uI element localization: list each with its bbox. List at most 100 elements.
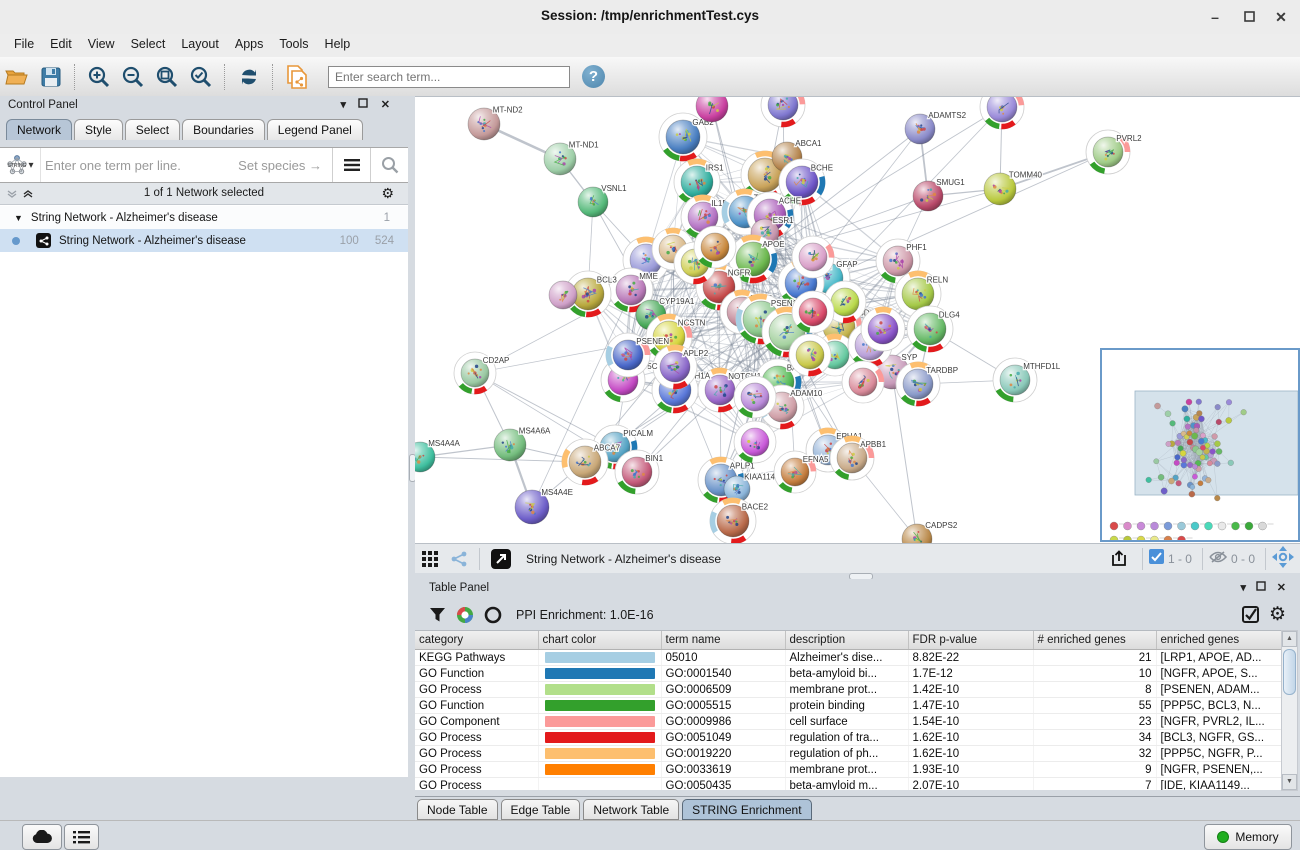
zoom-selected-icon[interactable] [186, 62, 216, 92]
tab-select[interactable]: Select [125, 119, 180, 140]
network-node[interactable] [792, 291, 834, 333]
cell[interactable]: 1.47E-10 [908, 698, 1033, 714]
scrollbar-thumb[interactable] [1283, 649, 1296, 695]
open-in-browser-icon[interactable] [488, 544, 514, 574]
menu-item-layout[interactable]: Layout [173, 35, 227, 53]
tab-style[interactable]: Style [74, 119, 123, 140]
cell[interactable]: 1.93E-10 [908, 762, 1033, 778]
chart-color-cell[interactable] [538, 682, 661, 698]
enrichment-row[interactable]: GO ProcessGO:0051049regulation of tra...… [415, 730, 1283, 746]
cell[interactable]: 21 [1033, 650, 1156, 666]
network-node[interactable] [861, 307, 905, 351]
cell[interactable]: 1.7E-12 [908, 666, 1033, 682]
network-node[interactable] [549, 281, 577, 309]
tab-network-table[interactable]: Network Table [583, 799, 679, 820]
menu-item-view[interactable]: View [80, 35, 123, 53]
column-header-FDR-p-value[interactable]: FDR p-value [908, 631, 1033, 650]
cell[interactable]: [PPP5C, BCL3, N... [1156, 698, 1283, 714]
network-node[interactable] [980, 97, 1024, 129]
cell[interactable]: GO Process [415, 778, 538, 791]
menu-item-select[interactable]: Select [123, 35, 174, 53]
network-node[interactable] [761, 97, 805, 127]
cell[interactable]: 1.62E-10 [908, 730, 1033, 746]
cell[interactable]: [PPP5C, NGFR, P... [1156, 746, 1283, 762]
cell[interactable]: GO:0050435 [661, 778, 785, 791]
network-node[interactable] [842, 361, 884, 403]
enrichment-row[interactable]: GO ProcessGO:0050435beta-amyloid m...2.0… [415, 778, 1283, 791]
vertical-splitter[interactable] [408, 96, 415, 820]
cell[interactable]: 2.07E-10 [908, 778, 1033, 791]
chart-color-cell[interactable] [538, 650, 661, 666]
network-node[interactable] [792, 236, 834, 278]
minimize-icon[interactable]: – [1202, 6, 1228, 28]
network-node-TOMM40[interactable]: TOMM40 [984, 170, 1043, 205]
cell[interactable]: GO:0009986 [661, 714, 785, 730]
menu-item-file[interactable]: File [6, 35, 42, 53]
cell[interactable]: 9 [1033, 762, 1156, 778]
cell[interactable]: 10 [1033, 666, 1156, 682]
menu-item-help[interactable]: Help [317, 35, 359, 53]
cell[interactable]: 55 [1033, 698, 1156, 714]
cloud-tasks-button[interactable] [22, 824, 62, 850]
column-header-chart-color[interactable]: chart color [538, 631, 661, 650]
maximize-icon[interactable] [1236, 6, 1262, 28]
network-node-KIAA1149[interactable]: KIAA1149 [724, 473, 780, 502]
cell[interactable]: GO:0051049 [661, 730, 785, 746]
cell[interactable]: GO Component [415, 714, 538, 730]
cell[interactable]: GO:0005515 [661, 698, 785, 714]
panel-menu-icon[interactable]: ▾ [340, 98, 346, 111]
cell[interactable]: 1.54E-10 [908, 714, 1033, 730]
share-network-icon[interactable] [447, 544, 471, 574]
network-row[interactable]: String Network - Alzheimer's disease 100… [0, 229, 408, 252]
network-node-TARDBP[interactable]: TARDBP [896, 362, 958, 406]
task-list-button[interactable] [64, 824, 99, 850]
column-header-category[interactable]: category [415, 631, 538, 650]
help-icon[interactable]: ? [582, 65, 605, 88]
filter-icon[interactable] [429, 607, 446, 623]
network-node-MS4A4E[interactable]: MS4A4E [515, 488, 573, 524]
memory-button[interactable]: Memory [1204, 824, 1292, 850]
cell[interactable]: KEGG Pathways [415, 650, 538, 666]
cell[interactable]: GO:0006509 [661, 682, 785, 698]
enrichment-row[interactable]: GO FunctionGO:0001540beta-amyloid bi...1… [415, 666, 1283, 682]
tree-caret-icon[interactable]: ▼ [14, 213, 23, 223]
zoom-fit-icon[interactable] [152, 62, 182, 92]
cell[interactable]: [NGFR, APOE, S... [1156, 666, 1283, 682]
save-session-icon[interactable] [36, 62, 66, 92]
network-node-CADPS2[interactable]: CADPS2 [902, 521, 958, 544]
reset-charts-icon[interactable] [484, 606, 502, 624]
cell[interactable]: 34 [1033, 730, 1156, 746]
column-header--enriched-genes[interactable]: # enriched genes [1033, 631, 1156, 650]
cell[interactable]: 7 [1033, 778, 1156, 791]
enrichment-row[interactable]: GO ProcessGO:0019220regulation of ph...1… [415, 746, 1283, 762]
refresh-icon[interactable] [234, 62, 264, 92]
panel-float-icon[interactable] [1256, 581, 1266, 594]
string-query-input[interactable] [41, 158, 238, 173]
birds-eye-navigator[interactable] [1100, 348, 1300, 542]
network-node[interactable] [789, 334, 831, 376]
cell[interactable]: 23 [1033, 714, 1156, 730]
network-node[interactable] [734, 376, 776, 418]
grid-view-icon[interactable] [417, 544, 443, 574]
select-all-checkbox-icon[interactable] [1242, 606, 1259, 623]
close-icon[interactable]: ✕ [1268, 6, 1294, 28]
scroll-down-icon[interactable]: ▼ [1282, 774, 1297, 790]
selected-checkbox-icon[interactable] [1149, 549, 1164, 569]
cell[interactable]: GO Function [415, 666, 538, 682]
cell[interactable]: membrane prot... [785, 762, 908, 778]
network-node-CD2AP[interactable]: CD2AP [454, 352, 509, 394]
enrichment-row[interactable]: GO ProcessGO:0033619membrane prot...1.93… [415, 762, 1283, 778]
network-node-EFNA5[interactable]: EFNA5 [774, 451, 829, 493]
network-from-clipboard-icon[interactable] [282, 62, 312, 92]
panel-float-icon[interactable] [358, 98, 368, 111]
network-node-PVRL2[interactable]: PVRL2 [1086, 130, 1142, 174]
network-node-MTHFD1L[interactable]: MTHFD1L [993, 358, 1061, 402]
network-node[interactable] [694, 226, 736, 268]
hidden-eye-icon[interactable] [1209, 550, 1227, 569]
chart-color-cell[interactable] [538, 666, 661, 682]
enrichment-row[interactable]: GO FunctionGO:0005515protein binding1.47… [415, 698, 1283, 714]
cell[interactable]: [LRP1, APOE, AD... [1156, 650, 1283, 666]
cell[interactable]: regulation of tra... [785, 730, 908, 746]
tab-network[interactable]: Network [6, 119, 72, 140]
network-node-BACE2[interactable]: BACE2 [710, 498, 769, 544]
